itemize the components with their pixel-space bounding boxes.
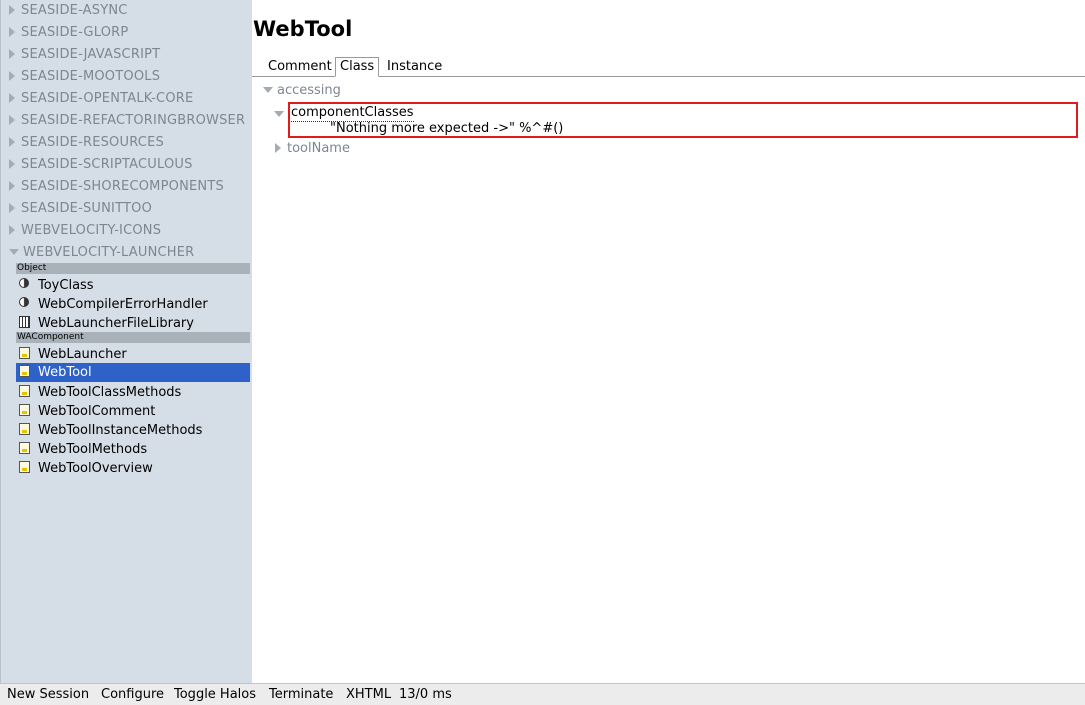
expand-triangle-icon[interactable] <box>9 225 15 235</box>
protocol-label: accessing <box>277 83 341 98</box>
package-seaside-javascript[interactable]: SEASIDE-JAVASCRIPT <box>9 45 160 65</box>
expand-triangle-icon[interactable] <box>9 5 15 15</box>
package-webvelocity-icons[interactable]: WEBVELOCITY-ICONS <box>9 221 161 241</box>
package-seaside-opentalk-core[interactable]: SEASIDE-OPENTALK-CORE <box>9 89 193 109</box>
collapse-triangle-icon[interactable] <box>9 249 19 255</box>
package-seaside-refactoringbrowser[interactable]: SEASIDE-REFACTORINGBROWSER <box>9 111 245 131</box>
expand-triangle-icon[interactable] <box>9 137 15 147</box>
package-label: SEASIDE-ASYNC <box>21 3 128 18</box>
expand-triangle-icon[interactable] <box>9 71 15 81</box>
class-label: WebToolClassMethods <box>38 385 182 400</box>
tab-class[interactable]: Class <box>335 57 380 77</box>
package-seaside-sunittoo[interactable]: SEASIDE-SUNITTOO <box>9 199 152 219</box>
xhtml-link[interactable]: XHTML <box>346 687 391 703</box>
package-label: SEASIDE-SCRIPTACULOUS <box>21 157 193 172</box>
component-icon <box>19 423 30 435</box>
status-bar: New Session Configure Toggle Halos Termi… <box>0 683 1085 705</box>
class-item-webtoolinstancemethods[interactable]: WebToolInstanceMethods <box>16 421 250 440</box>
component-icon <box>19 347 30 359</box>
class-item-webtool[interactable]: WebTool <box>16 363 250 382</box>
page-title: WebTool <box>253 17 353 41</box>
package-seaside-shorecomponents[interactable]: SEASIDE-SHORECOMPONENTS <box>9 177 224 197</box>
component-icon <box>19 365 30 377</box>
package-seaside-resources[interactable]: SEASIDE-RESOURCES <box>9 133 164 153</box>
class-label: ToyClass <box>38 278 94 293</box>
expand-triangle-icon[interactable] <box>9 115 15 125</box>
package-label: SEASIDE-JAVASCRIPT <box>21 47 161 62</box>
package-seaside-async[interactable]: SEASIDE-ASYNC <box>9 1 128 21</box>
package-label: WEBVELOCITY-ICONS <box>21 223 162 238</box>
tab-comment[interactable]: Comment <box>264 58 336 76</box>
category-header-wacomponent: WAComponent <box>16 332 250 343</box>
class-label: WebToolOverview <box>38 461 153 476</box>
expand-triangle-icon[interactable] <box>9 49 15 59</box>
method-collapse-icon[interactable] <box>274 103 288 122</box>
class-item-toyclass[interactable]: ToyClass <box>16 276 250 295</box>
package-label: SEASIDE-MOOTOOLS <box>21 69 161 84</box>
package-label: WEBVELOCITY-LAUNCHER <box>23 245 195 260</box>
class-label: WebTool <box>38 365 92 380</box>
method-name[interactable]: componentClasses <box>291 105 414 122</box>
expand-triangle-icon[interactable] <box>9 93 15 103</box>
package-seaside-scriptaculous[interactable]: SEASIDE-SCRIPTACULOUS <box>9 155 193 175</box>
collapse-triangle-icon[interactable] <box>263 87 273 93</box>
class-label: WebLauncher <box>38 347 127 362</box>
class-label: WebLauncherFileLibrary <box>38 316 194 331</box>
class-label: WebCompilerErrorHandler <box>38 297 208 312</box>
class-label: WebToolInstanceMethods <box>38 423 203 438</box>
package-label: SEASIDE-REFACTORINGBROWSER <box>21 113 246 128</box>
class-item-weblauncherfilelibrary[interactable]: WebLauncherFileLibrary <box>16 314 250 333</box>
expand-triangle-icon[interactable] <box>9 203 15 213</box>
expand-triangle-icon[interactable] <box>9 159 15 169</box>
new-session-link[interactable]: New Session <box>7 687 89 703</box>
class-item-webcompilererrorhandler[interactable]: WebCompilerErrorHandler <box>16 295 250 314</box>
package-label: SEASIDE-SUNITTOO <box>21 201 153 216</box>
library-icon <box>19 316 30 328</box>
component-icon <box>19 404 30 416</box>
collapse-triangle-icon[interactable] <box>274 111 284 117</box>
toggle-halos-link[interactable]: Toggle Halos <box>174 687 256 703</box>
protocol-label: toolName <box>287 141 350 156</box>
class-item-webtoolcomment[interactable]: WebToolComment <box>16 402 250 421</box>
expand-triangle-icon[interactable] <box>9 27 15 37</box>
package-label: SEASIDE-OPENTALK-CORE <box>21 91 194 106</box>
class-icon <box>19 297 29 307</box>
class-item-webtoolclassmethods[interactable]: WebToolClassMethods <box>16 383 250 402</box>
class-icon <box>19 278 29 288</box>
class-browser-sidebar: SEASIDE-ASYNC SEASIDE-GLORP SEASIDE-JAVA… <box>0 0 252 683</box>
package-seaside-mootools[interactable]: SEASIDE-MOOTOOLS <box>9 67 160 87</box>
method-source: "Nothing more expected ->" %^#() <box>330 121 564 136</box>
protocol-accessing[interactable]: accessing <box>263 83 341 99</box>
package-label: SEASIDE-SHORECOMPONENTS <box>21 179 224 194</box>
package-label: SEASIDE-RESOURCES <box>21 135 164 150</box>
expand-triangle-icon[interactable] <box>275 143 281 153</box>
terminate-link[interactable]: Terminate <box>269 687 333 703</box>
class-item-weblauncher[interactable]: WebLauncher <box>16 345 250 364</box>
tab-instance[interactable]: Instance <box>383 58 446 76</box>
configure-link[interactable]: Configure <box>101 687 164 703</box>
category-header-object: Object <box>16 263 250 274</box>
component-icon <box>19 385 30 397</box>
class-label: WebToolComment <box>38 404 156 419</box>
expand-triangle-icon[interactable] <box>9 181 15 191</box>
protocol-toolname[interactable]: toolName <box>275 141 350 157</box>
component-icon <box>19 461 30 473</box>
package-label: SEASIDE-GLORP <box>21 25 129 40</box>
component-icon <box>19 442 30 454</box>
class-item-webtoolmethods[interactable]: WebToolMethods <box>16 440 250 459</box>
class-item-webtooloverview[interactable]: WebToolOverview <box>16 459 250 478</box>
class-label: WebToolMethods <box>38 442 148 457</box>
render-timing: 13/0 ms <box>399 687 452 702</box>
package-webvelocity-launcher[interactable]: WEBVELOCITY-LAUNCHER <box>9 243 194 263</box>
method-componentclasses[interactable]: componentClasses "Nothing more expected … <box>288 102 1078 138</box>
tab-bar: Comment Class Instance <box>252 57 1085 77</box>
package-seaside-glorp[interactable]: SEASIDE-GLORP <box>9 23 128 43</box>
